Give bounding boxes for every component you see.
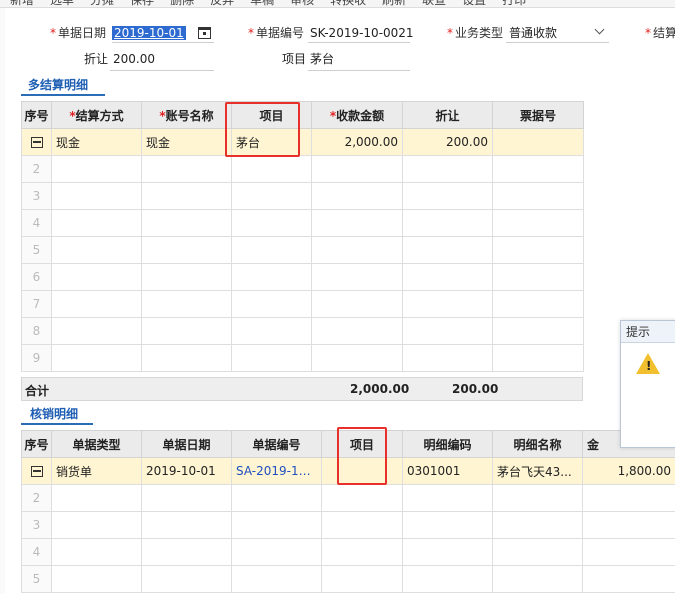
left-edge-strip	[0, 8, 5, 594]
table-row[interactable]: 8	[21, 317, 584, 345]
col-header: 明细名称	[492, 430, 583, 458]
row-index: 3	[21, 182, 52, 210]
settlement-section-title[interactable]: 多结算明细	[28, 76, 88, 93]
settlement-header-row: 序号 *结算方式 *账号名称 项目 *收款金额 折让 票据号	[21, 101, 584, 129]
table-row[interactable]: 3	[21, 182, 584, 210]
calendar-icon[interactable]	[198, 27, 211, 39]
col-header: *结算方式	[51, 101, 142, 129]
table-cell[interactable]: 2,000.00	[311, 128, 403, 156]
bill-no-link[interactable]: SA-2019-10-...	[231, 457, 322, 485]
col-header: 明细编码	[402, 430, 493, 458]
date-input[interactable]: 2019-10-01	[112, 24, 186, 42]
row-action-cell[interactable]	[21, 457, 52, 485]
col-header: 单据日期	[141, 430, 232, 458]
row-index: 6	[21, 263, 52, 291]
biz-type-label: * 业务类型	[447, 26, 504, 40]
tip-dialog-title: 提示	[621, 321, 675, 343]
col-header: 单据编号	[231, 430, 322, 458]
toolbar: 新增 选单 分摊 保存 删除 反弃 单稿 审核 转换收 刷新 联查 设置 打印	[0, 0, 675, 8]
row-index: 5	[21, 236, 52, 264]
table-cell[interactable]: 现金	[51, 128, 142, 156]
settlement-tab-underline	[21, 94, 105, 96]
writeoff-tab-underline	[21, 423, 93, 425]
table-row[interactable]: 4	[21, 209, 584, 237]
toolbar-refresh-button[interactable]: 刷新	[382, 0, 406, 7]
row-index: 4	[21, 538, 52, 566]
date-field-label: * 单据日期	[50, 26, 107, 40]
toolbar-save-button[interactable]: 保存	[130, 0, 154, 7]
highlight-box-project-settlement	[225, 102, 300, 157]
table-row[interactable]: 5	[21, 236, 584, 264]
col-header: *收款金额	[311, 101, 403, 129]
warning-mark: !	[646, 359, 652, 373]
chevron-down-icon[interactable]	[594, 24, 605, 35]
table-row[interactable]: 7	[21, 290, 584, 318]
row-index: 5	[21, 565, 52, 593]
col-header: 折让	[402, 101, 493, 129]
table-row[interactable]: 9	[21, 344, 584, 372]
table-row[interactable]: 6	[21, 263, 584, 291]
row-index: 2	[21, 484, 52, 512]
bill-no-value: SK-2019-10-0021	[310, 26, 414, 40]
row-index: 2	[21, 155, 52, 183]
table-cell[interactable]: 茅台飞天43...	[492, 457, 583, 485]
table-row[interactable]: 3	[21, 511, 675, 539]
row-index: 8	[21, 317, 52, 345]
settlement-total-bar: 合计 2,000.00 200.00	[21, 377, 583, 401]
toolbar-print-button[interactable]: 打印	[502, 0, 526, 7]
row-index: 9	[21, 344, 52, 372]
table-cell[interactable]: 0301001	[402, 457, 493, 485]
toolbar-query-button[interactable]: 联查	[422, 0, 446, 7]
bill-no-label: * 单据编号	[248, 26, 305, 40]
writeoff-section-title[interactable]: 核销明细	[30, 405, 78, 422]
table-row[interactable]: 现金 现金 茅台 2,000.00 200.00	[21, 128, 584, 156]
table-row[interactable]: 2	[21, 484, 675, 512]
toolbar-new-button[interactable]: 新增	[10, 0, 34, 7]
row-insert-icon[interactable]	[30, 466, 43, 477]
table-row[interactable]: 2	[21, 155, 584, 183]
settlement-grid: 序号 *结算方式 *账号名称 项目 *收款金额 折让 票据号 现金 现金 茅台 …	[21, 101, 584, 372]
row-action-cell[interactable]	[21, 128, 52, 156]
table-cell[interactable]	[492, 128, 584, 156]
col-header: 票据号	[492, 101, 584, 129]
highlight-box-project-writeoff	[337, 427, 387, 485]
settle-field-label: * 结算	[645, 26, 675, 40]
table-row[interactable]: 5	[21, 565, 675, 593]
toolbar-select-button[interactable]: 选单	[50, 0, 74, 7]
total-discount: 200.00	[452, 382, 499, 396]
toolbar-settings-button[interactable]: 设置	[462, 0, 486, 7]
discount-value: 200.00	[113, 52, 155, 66]
tip-dialog: 提示 !	[620, 320, 675, 448]
table-cell[interactable]: 销货单	[51, 457, 142, 485]
toolbar-draft-button[interactable]: 单稿	[250, 0, 274, 7]
table-row[interactable]: 4	[21, 538, 675, 566]
col-header: 序号	[21, 430, 52, 458]
col-header: 序号	[21, 101, 52, 129]
discount-label: 折让	[84, 52, 109, 66]
toolbar-abandon-button[interactable]: 反弃	[210, 0, 234, 7]
table-cell[interactable]: 1,800.00	[582, 457, 675, 485]
project-value[interactable]: 茅台	[310, 50, 334, 68]
table-cell[interactable]: 2019-10-01	[141, 457, 232, 485]
table-cell[interactable]: 现金	[141, 128, 232, 156]
row-index: 7	[21, 290, 52, 318]
row-index: 3	[21, 511, 52, 539]
toolbar-audit-button[interactable]: 审核	[290, 0, 314, 7]
biz-type-select[interactable]: 普通收款	[509, 24, 557, 42]
col-header: *账号名称	[141, 101, 232, 129]
toolbar-convert-button[interactable]: 转换收	[330, 0, 366, 7]
row-insert-icon[interactable]	[30, 137, 43, 148]
total-label: 合计	[25, 384, 50, 398]
toolbar-delete-button[interactable]: 删除	[170, 0, 194, 7]
project-label: 项目	[282, 52, 307, 66]
row-index: 4	[21, 209, 52, 237]
total-amount: 2,000.00	[350, 382, 410, 396]
toolbar-allocate-button[interactable]: 分摊	[90, 0, 114, 7]
col-header: 单据类型	[51, 430, 142, 458]
table-cell[interactable]: 200.00	[402, 128, 493, 156]
